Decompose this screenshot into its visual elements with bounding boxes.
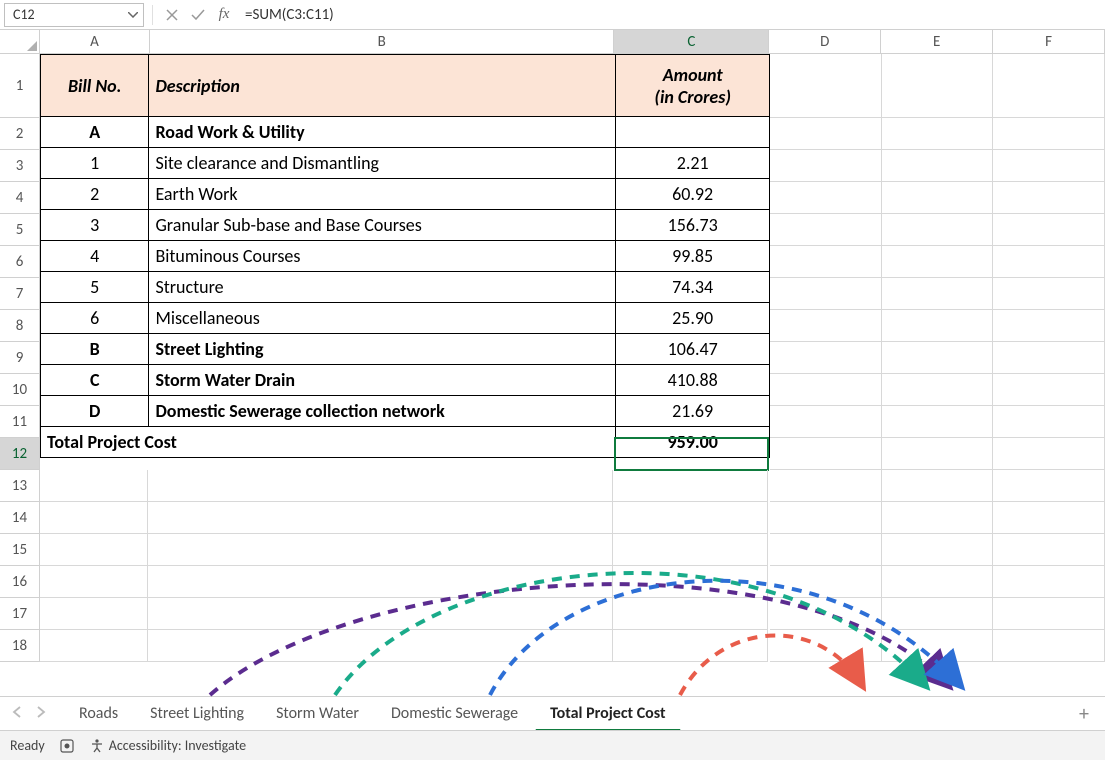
col-header-C[interactable]: C xyxy=(614,30,769,53)
name-box[interactable]: C12 xyxy=(4,3,144,27)
col-bill[interactable]: Bill No. xyxy=(41,55,149,117)
row-header[interactable]: 10 xyxy=(0,374,40,406)
table-row: ARoad Work & Utility xyxy=(41,117,770,148)
sheet-tabs-bar: Roads Street Lighting Storm Water Domest… xyxy=(0,696,1105,730)
grid: 1 2 3 4 5 6 7 8 9 10 11 12 13 14 15 16 1… xyxy=(0,54,1105,682)
separator xyxy=(152,5,153,25)
table-row: 2Earth Work60.92 xyxy=(41,179,770,210)
project-table: Bill No. Description Amount (in Crores) … xyxy=(40,54,770,458)
table-row: 3Granular Sub-base and Base Courses156.7… xyxy=(41,210,770,241)
row-header[interactable]: 1 xyxy=(0,54,40,118)
col-header-D[interactable]: D xyxy=(769,30,881,53)
table-row: 5Structure74.34 xyxy=(41,272,770,303)
new-sheet-button[interactable]: + xyxy=(1071,702,1097,726)
formula-bar: C12 fx =SUM(C3:C11) xyxy=(0,0,1105,30)
name-box-value: C12 xyxy=(5,6,123,23)
row-header[interactable]: 12 xyxy=(0,438,40,470)
check-icon[interactable] xyxy=(187,4,209,26)
row-header[interactable]: 18 xyxy=(0,630,40,662)
table-header-row: Bill No. Description Amount (in Crores) xyxy=(41,55,770,117)
col-header-F[interactable]: F xyxy=(993,30,1105,53)
row-header[interactable]: 14 xyxy=(0,502,40,534)
sheet-tab-domestic-sewerage[interactable]: Domestic Sewerage xyxy=(376,697,533,730)
col-desc[interactable]: Description xyxy=(149,55,616,117)
column-headers: A B C D E F xyxy=(0,30,1105,54)
table-row: 1Site clearance and Dismantling2.21 xyxy=(41,148,770,179)
row-header[interactable]: 3 xyxy=(0,150,40,182)
row-header[interactable]: 15 xyxy=(0,534,40,566)
select-all-corner[interactable] xyxy=(0,30,40,53)
col-amt[interactable]: Amount (in Crores) xyxy=(616,55,770,117)
table-row: BStreet Lighting106.47 xyxy=(41,334,770,365)
sheet-tab-street-lighting[interactable]: Street Lighting xyxy=(135,697,259,730)
status-bar: Ready Accessibility: Investigate xyxy=(0,730,1105,760)
row-header[interactable]: 7 xyxy=(0,278,40,310)
tab-nav xyxy=(8,702,50,725)
row-header[interactable]: 8 xyxy=(0,310,40,342)
sheet-tab-storm-water[interactable]: Storm Water xyxy=(261,697,374,730)
macro-record-icon[interactable] xyxy=(59,738,75,754)
row-header[interactable]: 4 xyxy=(0,182,40,214)
tab-prev-icon[interactable] xyxy=(8,702,26,725)
sheet-tab-roads[interactable]: Roads xyxy=(64,697,133,730)
cancel-icon[interactable] xyxy=(161,4,183,26)
row-header[interactable]: 2 xyxy=(0,118,40,150)
row-header[interactable]: 16 xyxy=(0,566,40,598)
table-row: CStorm Water Drain410.88 xyxy=(41,365,770,396)
fx-icon[interactable]: fx xyxy=(213,4,235,26)
total-row: Total Project Cost959.00 xyxy=(41,427,770,458)
col-header-E[interactable]: E xyxy=(881,30,993,53)
tab-next-icon[interactable] xyxy=(32,702,50,725)
row-header[interactable]: 13 xyxy=(0,470,40,502)
accessibility-status[interactable]: Accessibility: Investigate xyxy=(89,737,246,754)
table-row: DDomestic Sewerage collection network21.… xyxy=(41,396,770,427)
cells-area[interactable]: Bill No. Description Amount (in Crores) … xyxy=(40,54,1105,682)
formula-input[interactable]: =SUM(C3:C11) xyxy=(239,6,1101,24)
row-header[interactable]: 6 xyxy=(0,246,40,278)
row-header[interactable]: 9 xyxy=(0,342,40,374)
row-header[interactable]: 5 xyxy=(0,214,40,246)
chevron-down-icon[interactable] xyxy=(123,12,143,18)
status-ready: Ready xyxy=(10,737,45,754)
empty-grid-below xyxy=(40,470,1105,682)
sheet-tab-total-project-cost[interactable]: Total Project Cost xyxy=(535,697,680,731)
col-header-A[interactable]: A xyxy=(40,30,150,53)
table-row: 4Bituminous Courses99.85 xyxy=(41,241,770,272)
table-row: 6Miscellaneous25.90 xyxy=(41,303,770,334)
col-header-B[interactable]: B xyxy=(150,30,615,53)
row-header[interactable]: 11 xyxy=(0,406,40,438)
row-headers: 1 2 3 4 5 6 7 8 9 10 11 12 13 14 15 16 1… xyxy=(0,54,40,682)
row-header[interactable]: 17 xyxy=(0,598,40,630)
